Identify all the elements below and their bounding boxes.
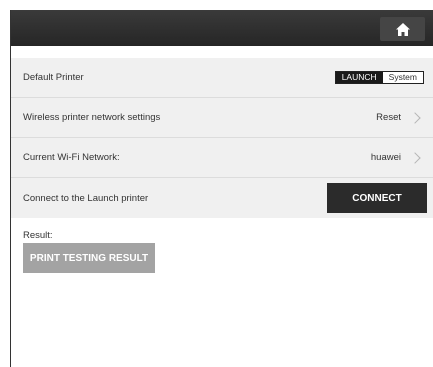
launch-option[interactable]: LAUNCH [335, 72, 383, 83]
reset-value: Reset [376, 112, 401, 123]
page-margin-left [0, 10, 10, 367]
chevron-right-icon [409, 151, 421, 164]
default-printer-row: Default Printer LAUNCH System [11, 58, 433, 98]
top-bar [11, 10, 433, 46]
wireless-settings-label: Wireless printer network settings [23, 112, 161, 123]
print-testing-result-button[interactable]: PRINT TESTING RESULT [23, 243, 155, 273]
spacer [11, 46, 433, 58]
default-printer-label: Default Printer [23, 72, 84, 83]
wifi-network-label: Current Wi-Fi Network: [23, 152, 120, 163]
page-margin-top [0, 0, 433, 10]
wifi-network-row[interactable]: Current Wi-Fi Network: huawei [11, 138, 433, 178]
printer-settings-screen: Default Printer LAUNCH System Wireless p… [10, 10, 433, 367]
connect-printer-label: Connect to the Launch printer [23, 192, 149, 204]
connect-printer-row: Connect to the Launch printer CONNECT [11, 178, 433, 218]
wireless-settings-value-group: Reset [376, 111, 427, 124]
home-button[interactable] [380, 17, 425, 41]
settings-panel: Default Printer LAUNCH System Wireless p… [11, 58, 433, 218]
wifi-network-value: huawei [370, 152, 401, 163]
home-icon [395, 22, 410, 36]
result-label: Result: [23, 230, 53, 241]
chevron-right-icon [409, 111, 421, 124]
system-option[interactable]: System [382, 72, 423, 83]
printer-type-toggle[interactable]: LAUNCH System [334, 71, 424, 84]
wireless-settings-row[interactable]: Wireless printer network settings Reset [11, 98, 433, 138]
connect-button[interactable]: CONNECT [327, 183, 427, 213]
wifi-network-value-group: huawei [370, 151, 427, 164]
